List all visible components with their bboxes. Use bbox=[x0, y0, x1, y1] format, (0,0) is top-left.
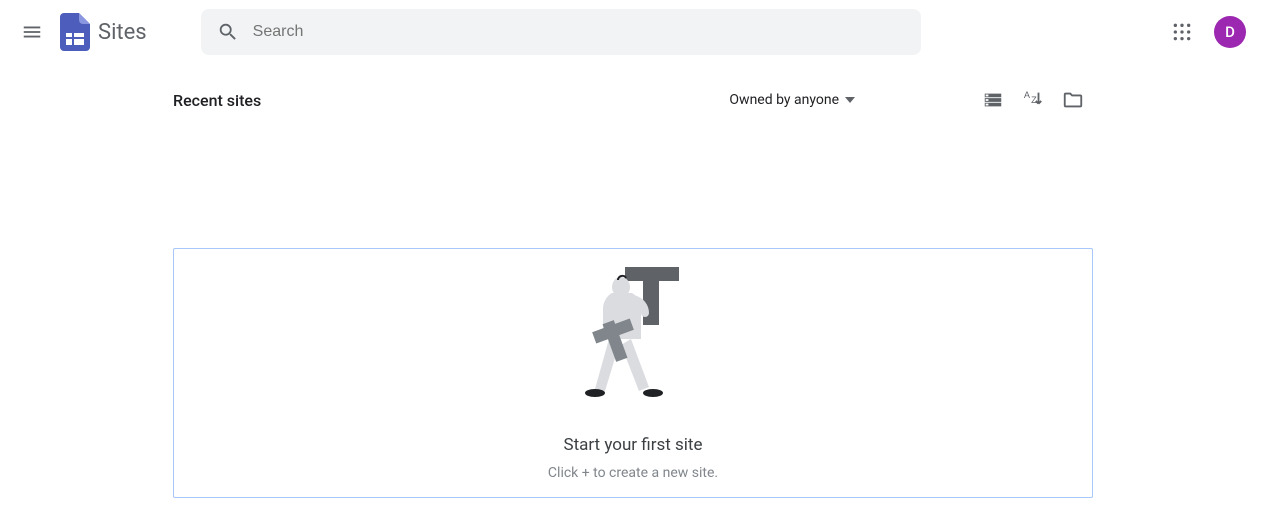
svg-text:A: A bbox=[1024, 90, 1031, 100]
app-title: Sites bbox=[98, 20, 147, 45]
empty-state-title: Start your first site bbox=[563, 435, 702, 455]
main-menu-button[interactable] bbox=[8, 8, 56, 56]
empty-state-illustration bbox=[573, 265, 693, 415]
open-file-picker-button[interactable] bbox=[1053, 80, 1093, 120]
avatar-initial: D bbox=[1214, 16, 1246, 48]
app-header: Sites D bbox=[0, 0, 1266, 64]
account-avatar[interactable]: D bbox=[1210, 12, 1250, 52]
menu-icon bbox=[21, 21, 43, 43]
google-apps-button[interactable] bbox=[1162, 12, 1202, 52]
list-view-icon bbox=[982, 89, 1004, 111]
dropdown-arrow-icon bbox=[845, 97, 855, 103]
search-icon bbox=[217, 21, 239, 43]
sort-button[interactable]: A Z bbox=[1013, 80, 1053, 120]
app-logo[interactable]: Sites bbox=[60, 13, 147, 51]
search-input[interactable] bbox=[253, 23, 905, 41]
folder-icon bbox=[1062, 89, 1084, 111]
apps-grid-icon bbox=[1172, 22, 1192, 42]
sort-az-icon: A Z bbox=[1022, 89, 1044, 111]
sites-logo-icon bbox=[60, 13, 90, 51]
list-view-button[interactable] bbox=[973, 80, 1013, 120]
empty-state-card[interactable]: Start your first site Click + to create … bbox=[173, 248, 1093, 498]
svg-text:Z: Z bbox=[1031, 95, 1037, 105]
main-content: Recent sites Owned by anyone A Z bbox=[173, 72, 1093, 498]
empty-state-subtitle: Click + to create a new site. bbox=[548, 465, 718, 481]
owner-filter-label: Owned by anyone bbox=[729, 92, 839, 108]
recent-toolbar: Recent sites Owned by anyone A Z bbox=[173, 72, 1093, 128]
section-title: Recent sites bbox=[173, 91, 261, 110]
owner-filter-dropdown[interactable]: Owned by anyone bbox=[721, 86, 863, 114]
search-bar[interactable] bbox=[201, 9, 921, 55]
